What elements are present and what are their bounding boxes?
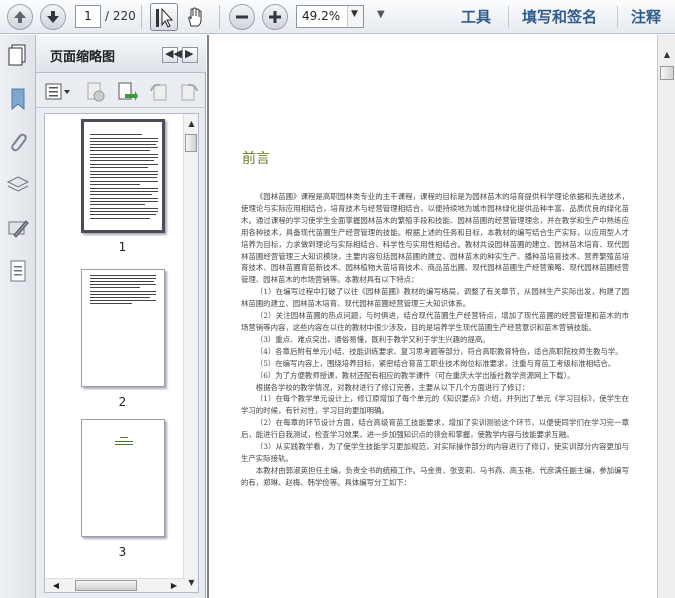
plus-icon [269, 11, 281, 23]
pdf-page: 前言 《园林苗圃》课程是高职园林类专业的主干课程，课程的目标是为园林苗木的培育提… [209, 35, 657, 598]
thumbnail-horizontal-scrollbar[interactable]: ◀ ▶ [45, 578, 185, 592]
body-paragraph: （3）重点、难点突出，通俗易懂，既利于教学又利于学生兴趣的提高。 [255, 334, 490, 344]
top-toolbar: 1 / 220 49.2% ▼ ▼ 工具 填写和签名 注释 [0, 0, 675, 34]
scrollbar-thumb[interactable] [185, 134, 197, 152]
options-menu-button[interactable] [44, 81, 72, 103]
body-paragraph: （1）在每个教学单元设计上，修订原增加了每个单元的《知识要点》介绍，并列出了单元… [241, 394, 629, 416]
body-paragraph: 本教材由郭淑英担任主编，负责全书的统稿工作。马金贵、张变莉、马书燕、高玉艳、代彦… [241, 465, 629, 487]
arrow-down-icon [47, 11, 59, 23]
toolbar-divider [219, 5, 220, 29]
options-icon [45, 83, 70, 100]
body-paragraph: （2）在每章的环节设计方面，结合高级育苗工技能要求，增加了实训测验这个环节，以便… [241, 418, 629, 440]
thumbnail-label: 1 [118, 240, 127, 254]
document-heading: 前言 [242, 151, 270, 167]
zoom-level-select[interactable]: 49.2% ▼ [296, 5, 364, 28]
page-total: / 220 [105, 9, 136, 23]
select-tool-button[interactable] [150, 3, 178, 31]
scroll-up-icon[interactable]: ▲ [659, 47, 675, 63]
page-number-input[interactable]: 1 [75, 5, 101, 28]
panel-header: 页面缩略图 ◀◀ ▶ [36, 35, 206, 73]
minus-icon [236, 15, 248, 19]
document-vertical-scrollbar[interactable]: ▲ [657, 35, 675, 598]
zoom-out-button[interactable] [229, 4, 255, 30]
hand-icon [188, 7, 202, 27]
cursor-icon [156, 7, 174, 28]
chevron-right-icon: ▶ [185, 47, 194, 60]
layers-icon[interactable] [6, 173, 30, 197]
chevron-down-icon: ▼ [351, 9, 358, 19]
scroll-left-icon[interactable]: ◀ [49, 579, 63, 592]
scroll-down-icon[interactable]: ▼ [184, 575, 198, 590]
more-tools-icon[interactable]: ▼ [377, 9, 385, 20]
page-thumbnail-1[interactable] [81, 119, 165, 233]
body-paragraph: 《园林苗圃》课程是高职园林类专业的主干课程，课程的目标是为园林苗木的培育提供科学… [241, 192, 629, 285]
body-paragraph: （1）在编写过程中打破了以往《园林苗圃》教材的编写格局，调整了有关章节，从园林生… [241, 287, 629, 309]
body-paragraph: （6）为了方便教师授课，教材还配有相应的教学课件（可在重庆大学出版社教学资源网上… [255, 370, 575, 380]
tools-link[interactable]: 工具 [461, 6, 491, 27]
document-view[interactable]: 前言 《园林苗圃》课程是高职园林类专业的主干课程，课程的目标是为园林苗木的培育提… [207, 35, 675, 598]
fill-and-sign-link[interactable]: 填写和签名 [522, 6, 597, 27]
panel-title: 页面缩略图 [50, 50, 116, 65]
zoom-in-button[interactable] [262, 4, 288, 30]
zoom-dropdown-button[interactable]: ▼ [347, 6, 363, 27]
body-paragraph: （3）从实践教学看，为了使学生技能学习更加规范，对实际操作部分的内容进行了修订，… [241, 442, 629, 463]
hand-tool-button[interactable] [181, 3, 209, 31]
extract-page-icon[interactable] [116, 81, 138, 103]
page-thumbnail-2[interactable] [81, 269, 165, 387]
collapse-panel-button[interactable]: ◀◀ [162, 47, 182, 63]
body-paragraph: （5）在编写内容上，围绕培养目标，紧密结合育苗工职业技术岗位标准要求，注重与育苗… [255, 358, 616, 368]
next-page-button[interactable] [40, 4, 66, 30]
page-thumbnails-icon[interactable] [6, 43, 30, 67]
scrollbar-thumb[interactable] [660, 66, 674, 80]
body-paragraph: （4）各章后附有单元小结、技能训练要求、复习思考题等部分，符合高职教育特色，适合… [255, 346, 623, 356]
rotate-right-icon[interactable] [178, 81, 200, 103]
scroll-up-icon[interactable]: ▲ [184, 116, 198, 131]
scroll-right-icon[interactable]: ▶ [167, 579, 181, 592]
expand-panel-button[interactable]: ▶ [182, 47, 198, 63]
arrow-up-icon [14, 11, 26, 23]
thumbnail-list: 1 2 3 ▲ ▼ ◀ ▶ [44, 113, 199, 593]
thumbnail-vertical-scrollbar[interactable]: ▲ ▼ [183, 114, 198, 592]
body-paragraph: （2）关注园林苗圃的热点问题，与时俱进，结合现代苗圃生产经营特点，增加了现代苗圃… [241, 311, 629, 332]
comment-link[interactable]: 注释 [631, 6, 661, 27]
thumbnail-label: 2 [118, 395, 127, 409]
scrollbar-thumb[interactable] [75, 580, 137, 591]
bookmark-icon[interactable] [6, 87, 30, 111]
body-paragraph: 根据各学校的教学情况，对教材进行了修订完善，主要从以下几个方面进行了修订： [255, 382, 530, 392]
toolbar-divider [617, 6, 618, 28]
navigation-rail [0, 35, 36, 598]
toolbar-divider [508, 6, 509, 28]
previous-page-button[interactable] [7, 4, 33, 30]
page-thumbnail-3[interactable] [81, 419, 165, 537]
delete-page-icon[interactable] [84, 81, 106, 103]
thumbnail-panel: 页面缩略图 ◀◀ ▶ 1 2 3 ▲ ▼ ◀ ▶ [36, 35, 206, 598]
attachment-icon[interactable] [6, 130, 30, 154]
double-chevron-left-icon: ◀◀ [165, 47, 182, 60]
thumbnail-label: 3 [118, 545, 127, 559]
toolbar-divider [141, 5, 142, 29]
zoom-level-value: 49.2% [302, 9, 341, 23]
document-body: 《园林苗圃》课程是高职园林类专业的主干课程，课程的目标是为园林苗木的培育提供科学… [241, 191, 629, 489]
panel-toolbar [36, 74, 206, 108]
content-icon[interactable] [6, 259, 30, 283]
rotate-left-icon[interactable] [148, 81, 170, 103]
signature-icon[interactable] [6, 216, 30, 240]
